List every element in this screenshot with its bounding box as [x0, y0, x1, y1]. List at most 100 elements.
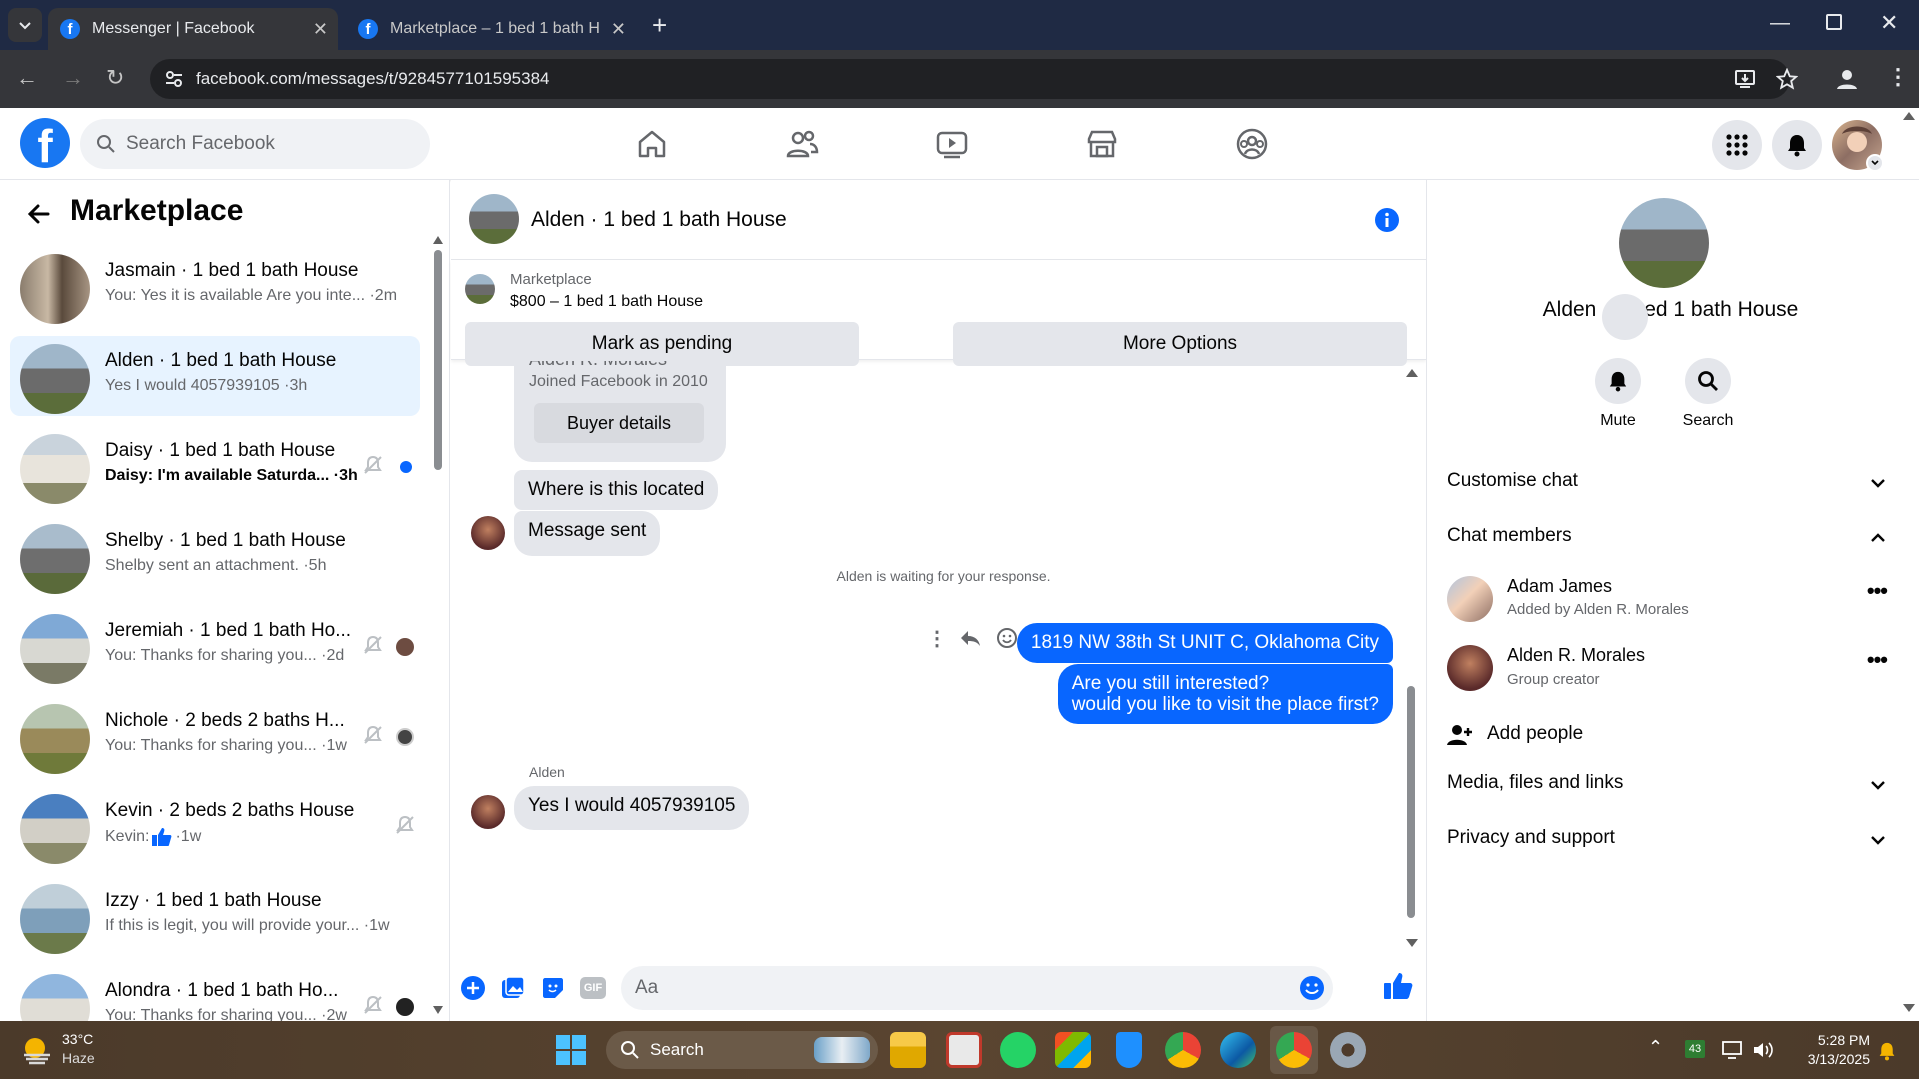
member-item[interactable]: Adam James Added by Alden R. Morales ••• [1447, 572, 1888, 628]
member-options-icon[interactable]: ••• [1867, 578, 1888, 604]
search-input[interactable]: Search Facebook [80, 119, 430, 169]
chrome-profile-icon[interactable] [1276, 1032, 1312, 1068]
add-people-row[interactable]: Add people [1447, 715, 1887, 755]
conversation-item[interactable]: Daisy · 1 bed 1 bath House Daisy: I'm av… [10, 426, 420, 506]
back-icon[interactable]: ← [16, 67, 38, 89]
left-scrollbar[interactable] [433, 236, 443, 1016]
scroll-down-arrow[interactable] [1406, 939, 1418, 947]
add-more-icon[interactable] [460, 975, 486, 1001]
mark-as-pending-button[interactable]: Mark as pending [465, 322, 859, 366]
message-input[interactable]: Aa [621, 966, 1333, 1010]
url-field[interactable]: facebook.com/messages/t/9284577101595384 [150, 59, 1790, 99]
edge-icon[interactable] [1220, 1032, 1256, 1068]
install-app-icon[interactable] [1734, 68, 1756, 90]
weather-sun-icon[interactable] [20, 1033, 54, 1067]
close-tab-icon[interactable]: ✕ [313, 19, 328, 40]
marketplace-icon[interactable] [1082, 124, 1122, 164]
file-explorer-icon[interactable] [890, 1032, 926, 1068]
chrome-icon[interactable] [1165, 1032, 1201, 1068]
friends-icon[interactable] [782, 124, 822, 164]
member-options-icon[interactable]: ••• [1867, 647, 1888, 673]
whatsapp-icon[interactable] [1000, 1032, 1036, 1068]
conversation-item[interactable]: Izzy · 1 bed 1 bath House If this is leg… [10, 876, 420, 956]
groups-icon[interactable] [1232, 124, 1272, 164]
chat-profile-photo[interactable] [1619, 198, 1709, 288]
site-info-icon[interactable] [164, 69, 184, 89]
message-bubble[interactable]: Message sent [514, 511, 661, 556]
scroll-down-arrow[interactable] [1903, 1004, 1915, 1012]
buyer-details-button[interactable]: Buyer details [534, 403, 704, 443]
tray-chevron-up-icon[interactable]: ⌃ [1648, 1037, 1663, 1058]
chat-members-row[interactable]: Chat members [1447, 525, 1887, 547]
emoji-icon[interactable] [1299, 975, 1325, 1001]
scroll-thumb[interactable] [1407, 686, 1415, 918]
media-files-row[interactable]: Media, files and links [1447, 772, 1887, 794]
conversation-item[interactable]: Alondra · 1 bed 1 bath Ho... You: Thanks… [10, 966, 420, 1021]
my-message-bubble[interactable]: 1819 NW 38th St UNIT C, Oklahoma City [1016, 623, 1393, 663]
profile-icon[interactable] [1836, 68, 1858, 90]
member-item[interactable]: Alden R. Morales Group creator ••• [1447, 645, 1888, 701]
bookmark-star-icon[interactable] [1776, 68, 1798, 90]
settings-gear-icon[interactable] [1330, 1032, 1366, 1068]
menu-grid-button[interactable] [1712, 120, 1762, 170]
photo-icon[interactable] [500, 975, 526, 1001]
conversation-item[interactable]: Alden · 1 bed 1 bath House Yes I would 4… [10, 336, 420, 416]
listing-price[interactable]: $800 – 1 bed 1 bath House [510, 293, 703, 311]
more-options-button[interactable]: More Options [953, 322, 1407, 366]
clock-date[interactable]: 3/13/2025 [1790, 1051, 1870, 1067]
search-icon-circle[interactable] [1685, 358, 1731, 404]
tray-badge[interactable]: 43 [1685, 1040, 1705, 1058]
video-icon[interactable] [932, 124, 972, 164]
my-message-bubble[interactable]: Are you still interested? would you like… [1057, 664, 1393, 724]
tab-messenger[interactable]: f Messenger | Facebook ✕ [48, 8, 338, 50]
message-bubble[interactable]: Yes I would 4057939105 [514, 786, 750, 830]
conversation-item[interactable]: Jasmain · 1 bed 1 bath House You: Yes it… [10, 246, 420, 326]
message-bubble[interactable]: Where is this located [514, 470, 719, 510]
close-window-button[interactable]: ✕ [1880, 10, 1898, 36]
reply-icon[interactable] [959, 628, 981, 648]
conversation-item[interactable]: Kevin · 2 beds 2 baths House Kevin: ·1w [10, 786, 420, 866]
scroll-up-arrow[interactable] [1903, 112, 1915, 120]
like-thumb-icon[interactable] [1383, 972, 1413, 1000]
notifications-button[interactable] [1772, 120, 1822, 170]
facebook-logo-icon[interactable]: f [20, 118, 70, 168]
chat-avatar[interactable] [469, 194, 519, 244]
menu-kebab-icon[interactable]: ⋮ [1887, 64, 1909, 90]
scroll-up-arrow[interactable] [1406, 369, 1418, 377]
conversation-item[interactable]: Shelby · 1 bed 1 bath House Shelby sent … [10, 516, 420, 596]
minimize-button[interactable]: — [1770, 12, 1790, 35]
chat-scrollbar[interactable] [1406, 369, 1418, 949]
account-chevron-icon[interactable] [1866, 154, 1884, 172]
microsoft-store-icon[interactable] [1055, 1032, 1091, 1068]
snipping-tool-icon[interactable] [946, 1032, 982, 1068]
weather-desc[interactable]: Haze [62, 1050, 95, 1066]
clock-time[interactable]: 5:28 PM [1796, 1032, 1870, 1048]
sticker-icon[interactable] [540, 975, 566, 1001]
privacy-support-row[interactable]: Privacy and support [1447, 827, 1887, 849]
weather-temp[interactable]: 33°C [62, 1031, 93, 1047]
back-arrow-icon[interactable] [26, 201, 52, 227]
taskbar-search[interactable]: Search [606, 1031, 878, 1069]
chat-title[interactable]: Alden · 1 bed 1 bath House [531, 208, 787, 232]
tab-search-button[interactable] [8, 8, 42, 42]
react-emoji-icon[interactable] [996, 627, 1018, 649]
page-scrollbar[interactable] [1903, 112, 1915, 1012]
scroll-down-arrow[interactable] [433, 1006, 443, 1014]
customise-chat-row[interactable]: Customise chat [1447, 470, 1887, 492]
scroll-thumb[interactable] [434, 250, 442, 470]
windows-start-icon[interactable] [556, 1035, 586, 1065]
notification-bell-icon[interactable] [1878, 1041, 1896, 1061]
home-icon[interactable] [632, 124, 672, 164]
mute-icon-circle[interactable] [1595, 358, 1641, 404]
defender-icon[interactable] [1116, 1032, 1142, 1068]
new-tab-button[interactable]: + [652, 10, 667, 41]
close-tab-icon[interactable]: ✕ [611, 19, 626, 40]
reload-icon[interactable]: ↻ [106, 67, 124, 89]
more-actions-icon[interactable]: ⋮ [927, 626, 947, 651]
scroll-up-arrow[interactable] [433, 236, 443, 244]
gif-icon[interactable]: GIF [580, 977, 606, 999]
network-icon[interactable] [1722, 1040, 1744, 1060]
forward-icon[interactable]: → [62, 67, 84, 89]
restore-button[interactable] [1826, 14, 1842, 30]
conversation-item[interactable]: Nichole · 2 beds 2 baths H... You: Thank… [10, 696, 420, 776]
